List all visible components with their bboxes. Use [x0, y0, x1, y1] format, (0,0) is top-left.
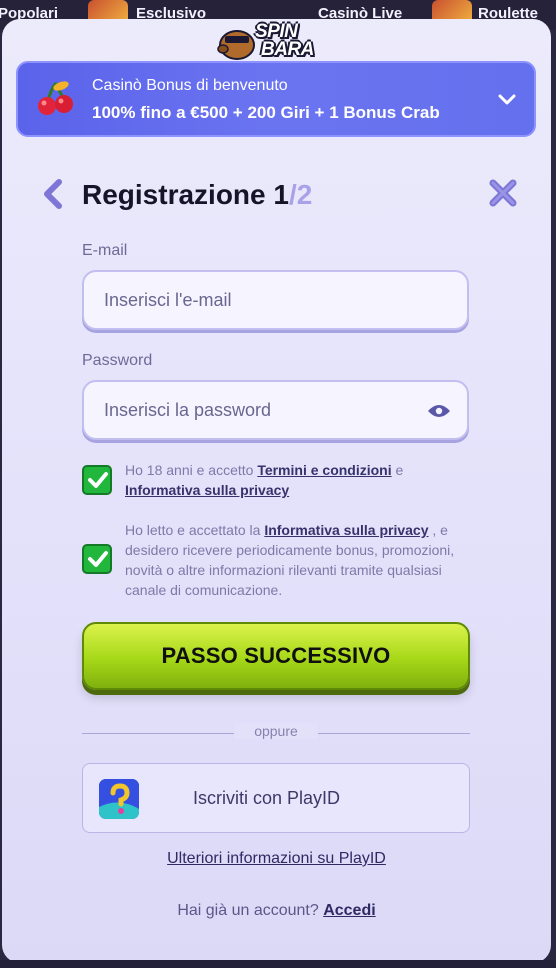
playid-signup-button[interactable]: Iscriviti con PlayID — [82, 763, 470, 833]
capybara-mascot-icon — [217, 30, 255, 60]
playid-info-link[interactable]: Ulteriori informazioni su PlayID — [2, 850, 551, 868]
password-label: Password — [82, 352, 153, 369]
bonus-title: Casinò Bonus di benvenuto — [92, 77, 288, 94]
password-placeholder: Inserisci la password — [104, 399, 272, 420]
password-field[interactable]: Inserisci la password — [82, 380, 469, 440]
registration-header: Registrazione 1/2 — [40, 174, 520, 218]
playid-logo-icon — [99, 779, 139, 819]
email-placeholder: Inserisci l'e-mail — [104, 289, 232, 310]
registration-modal: Casinò Bonus di benvenuto 100% fino a €5… — [2, 19, 551, 963]
step-total: /2 — [288, 179, 313, 210]
terms-link[interactable]: Termini e condizioni — [257, 462, 391, 478]
page-background — [0, 960, 556, 968]
welcome-bonus-banner[interactable]: Casinò Bonus di benvenuto 100% fino a €5… — [16, 61, 536, 137]
eye-icon[interactable] — [427, 402, 451, 420]
email-field[interactable]: Inserisci l'e-mail — [82, 270, 469, 330]
spinbara-logo[interactable]: SPIN BARA — [215, 19, 339, 67]
login-link[interactable]: Accedi — [323, 902, 375, 919]
marketing-checkbox[interactable] — [82, 544, 112, 574]
bonus-offer: 100% fino a €500 + 200 Giri + 1 Bonus Cr… — [92, 103, 440, 122]
privacy-link[interactable]: Informativa sulla privacy — [125, 482, 289, 498]
marketing-consent-text: Ho letto e accettato la Informativa sull… — [125, 522, 455, 598]
chevron-down-icon[interactable] — [496, 89, 518, 111]
cherry-icon — [38, 81, 73, 115]
checkmark-icon — [88, 472, 108, 488]
terms-consent-text: Ho 18 anni e accetto Termini e condizion… — [125, 462, 404, 498]
checkmark-icon — [88, 551, 108, 567]
divider-label: oppure — [234, 723, 318, 739]
close-icon[interactable] — [488, 178, 518, 208]
logo-wordmark: SPIN BARA — [255, 21, 314, 60]
terms-checkbox[interactable] — [82, 465, 112, 495]
back-arrow-icon[interactable] — [40, 178, 66, 210]
next-step-button[interactable]: PASSO SUCCESSIVO — [82, 622, 470, 690]
page-title: Registrazione 1/2 — [82, 179, 313, 210]
playid-label: Iscriviti con PlayID — [193, 788, 341, 808]
privacy-link-2[interactable]: Informativa sulla privacy — [264, 522, 428, 538]
email-label: E-mail — [82, 242, 128, 259]
login-prompt: Hai già un account? Accedi — [177, 902, 376, 919]
